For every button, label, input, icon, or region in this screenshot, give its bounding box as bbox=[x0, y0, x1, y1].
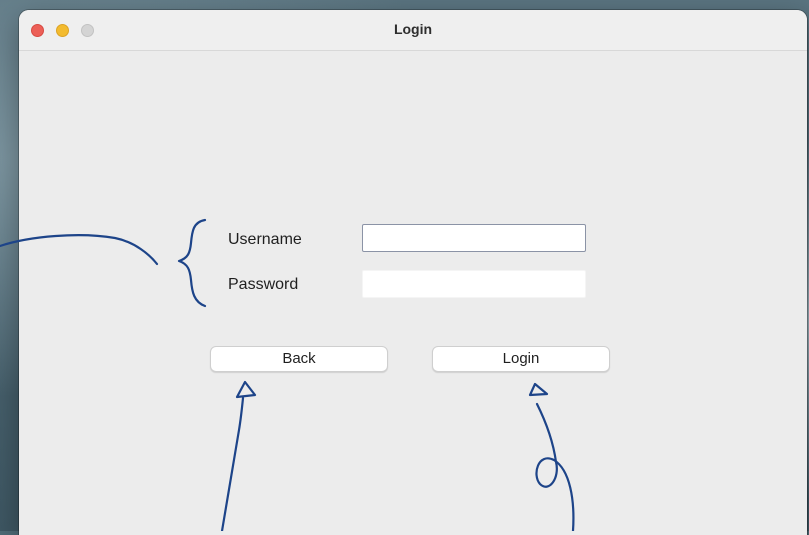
title-bar: Login bbox=[19, 10, 807, 51]
username-input[interactable] bbox=[362, 224, 586, 252]
username-label: Username bbox=[228, 231, 302, 248]
password-label: Password bbox=[228, 276, 299, 293]
password-input[interactable] bbox=[362, 270, 586, 298]
login-button[interactable]: Login bbox=[432, 346, 610, 372]
login-window: Login Username Password Back Login bbox=[19, 10, 807, 535]
login-form: Username Password Back Login bbox=[19, 51, 807, 535]
back-button[interactable]: Back bbox=[210, 346, 388, 372]
window-title: Login bbox=[393, 21, 433, 37]
